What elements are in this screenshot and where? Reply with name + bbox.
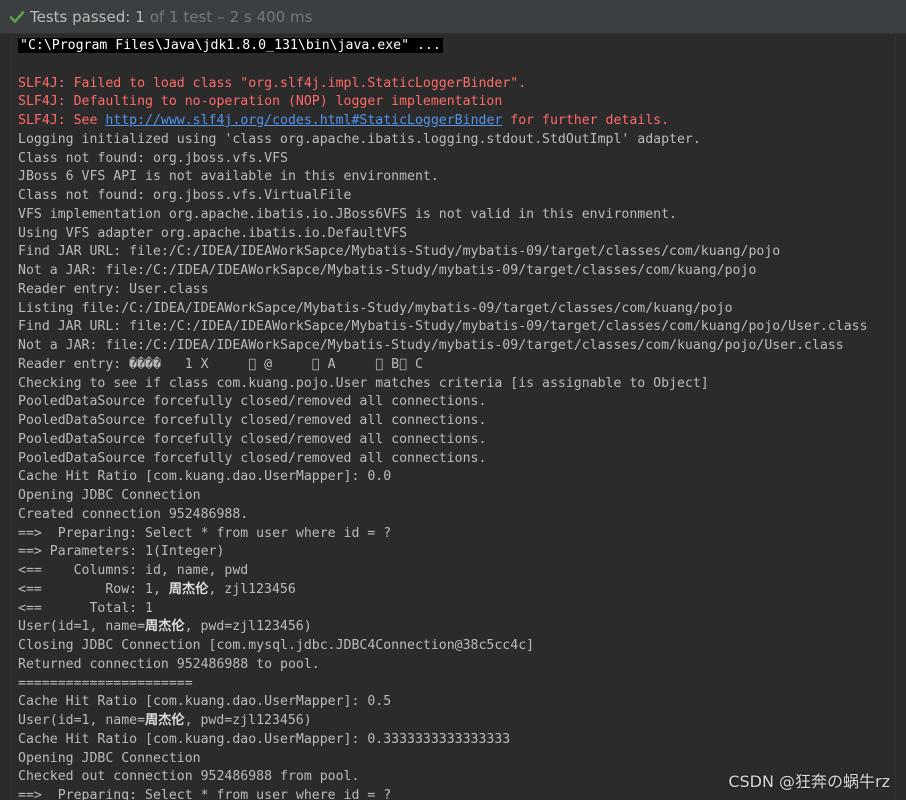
log-text: PooledDataSource forcefully closed/remov… — [18, 431, 487, 447]
log-text: , pwd=zjl123456) — [184, 713, 312, 728]
log-text: Opening JDBC Connection — [18, 488, 201, 503]
log-text: PooledDataSource forcefully closed/remov… — [18, 413, 487, 428]
user-name-value: 周杰伦 — [145, 713, 185, 728]
console-line: Find JAR URL: file:/C:/IDEA/IDEAWorkSapc… — [18, 243, 868, 262]
console-line: Reader entry: User.class — [18, 281, 868, 300]
log-text: ====================== — [18, 675, 193, 691]
log-text: PooledDataSource forcefully closed/remov… — [18, 450, 487, 466]
log-text: ==> Preparing: Select * from user where … — [18, 525, 392, 541]
log-text: Using VFS adapter org.apache.ibatis.io.D… — [18, 225, 408, 241]
log-text: Reader entry: User.class — [18, 281, 209, 297]
console-line: Closing JDBC Connection [com.mysql.jdbc.… — [18, 637, 868, 656]
check-icon — [9, 10, 25, 23]
console-line: PooledDataSource forcefully closed/remov… — [18, 431, 868, 450]
console-line: Returned connection 952486988 to pool. — [18, 656, 868, 675]
log-text: ==> Preparing: Select * from user where … — [18, 788, 392, 800]
console-line: Logging initialized using 'class org.apa… — [18, 131, 868, 150]
log-text: Created connection 952486988. — [18, 506, 249, 522]
log-text: Returned connection 952486988 to pool. — [18, 656, 320, 672]
console-line: SLF4J: Failed to load class "org.slf4j.i… — [18, 75, 868, 94]
console-line: Reader entry: ���� 1 X   @   A   B  C — [18, 356, 868, 375]
test-run-window: Tests passed: 1 of 1 test – 2 s 400 ms "… — [0, 0, 906, 800]
console-line: Cache Hit Ratio [com.kuang.dao.UserMappe… — [18, 693, 868, 712]
log-text: Not a JAR: file:/C:/IDEA/IDEAWorkSapce/M… — [18, 338, 844, 353]
console-line: <== Row: 1, 周杰伦, zjl123456 — [18, 581, 868, 600]
vertical-scrollbar[interactable] — [895, 35, 906, 800]
log-text: Cache Hit Ratio [com.kuang.dao.UserMappe… — [18, 731, 511, 747]
log-text: <== Total: 1 — [18, 600, 153, 616]
status-duration: 2 s 400 ms — [229, 7, 313, 26]
console-line: JBoss 6 VFS API is not available in this… — [18, 168, 868, 187]
log-text: ==> Parameters: 1(Integer) — [18, 544, 225, 560]
status-count: 1 — [135, 7, 145, 26]
console-line: Using VFS adapter org.apache.ibatis.io.D… — [18, 225, 868, 244]
console-line: <== Columns: id, name, pwd — [18, 562, 868, 581]
log-text: Find JAR URL: file:/C:/IDEA/IDEAWorkSapc… — [18, 319, 868, 335]
status-total: of 1 test — [149, 7, 213, 26]
console-line: VFS implementation org.apache.ibatis.io.… — [18, 206, 868, 225]
console-line: Cache Hit Ratio [com.kuang.dao.UserMappe… — [18, 731, 868, 750]
error-text: SLF4J: See — [18, 113, 106, 128]
log-text: Cache Hit Ratio [com.kuang.dao.UserMappe… — [18, 469, 392, 485]
console-output[interactable]: "C:\Program Files\Java\jdk1.8.0_131\bin\… — [0, 35, 895, 800]
console-line: Class not found: org.jboss.vfs.VFS — [18, 150, 868, 169]
slf4j-link[interactable]: http://www.slf4j.org/codes.html#StaticLo… — [105, 113, 502, 128]
status-separator: – — [217, 7, 225, 26]
console-line: Class not found: org.jboss.vfs.VirtualFi… — [18, 187, 868, 206]
console-line: ====================== — [18, 675, 868, 694]
console-line: ==> Preparing: Select * from user where … — [18, 525, 868, 544]
console-line: Created connection 952486988. — [18, 506, 868, 525]
console-line: SLF4J: See http://www.slf4j.org/codes.ht… — [18, 112, 868, 131]
console-line: PooledDataSource forcefully closed/remov… — [18, 412, 868, 431]
log-text: User(id=1, name= — [18, 619, 146, 635]
error-text: SLF4J: Failed to load class "org.slf4j.i… — [18, 75, 527, 91]
log-text: User(id=1, name= — [18, 713, 146, 728]
java-command[interactable]: "C:\Program Files\Java\jdk1.8.0_131\bin\… — [18, 38, 443, 53]
console-line: User(id=1, name=周杰伦, pwd=zjl123456) — [18, 618, 868, 637]
test-status-bar: Tests passed: 1 of 1 test – 2 s 400 ms — [0, 0, 906, 34]
log-text: Reader entry: ���� 1 X   @   A   B  C — [18, 356, 423, 372]
console-line: Not a JAR: file:/C:/IDEA/IDEAWorkSapce/M… — [18, 337, 868, 356]
console-line: <== Total: 1 — [18, 600, 868, 619]
log-text: VFS implementation org.apache.ibatis.io.… — [18, 206, 677, 222]
console-line: PooledDataSource forcefully closed/remov… — [18, 450, 868, 469]
log-text: Class not found: org.jboss.vfs.VirtualFi… — [18, 188, 352, 203]
log-text: <== Columns: id, name, pwd — [18, 563, 249, 578]
log-text: Find JAR URL: file:/C:/IDEA/IDEAWorkSapc… — [18, 244, 781, 260]
console-lines: "C:\Program Files\Java\jdk1.8.0_131\bin\… — [18, 37, 868, 800]
console-line: Not a JAR: file:/C:/IDEA/IDEAWorkSapce/M… — [18, 262, 868, 281]
console-line: Checking to see if class com.kuang.pojo.… — [18, 375, 868, 394]
log-text: JBoss 6 VFS API is not available in this… — [18, 169, 439, 185]
log-text: Checking to see if class com.kuang.pojo.… — [18, 375, 709, 391]
error-text: for further details. — [502, 113, 670, 128]
log-text: Opening JDBC Connection — [18, 750, 201, 766]
console-line: PooledDataSource forcefully closed/remov… — [18, 393, 868, 412]
log-text: Listing file:/C:/IDEA/IDEAWorkSapce/Myba… — [18, 300, 733, 316]
log-text: Checked out connection 952486988 from po… — [18, 769, 360, 785]
console-line: SLF4J: Defaulting to no-operation (NOP) … — [18, 93, 868, 112]
log-text: , zjl123456 — [208, 581, 296, 597]
console-line: Find JAR URL: file:/C:/IDEA/IDEAWorkSapc… — [18, 318, 868, 337]
user-name-value: 周杰伦 — [168, 581, 209, 597]
log-text: Closing JDBC Connection [com.mysql.jdbc.… — [18, 638, 535, 653]
console-line: Listing file:/C:/IDEA/IDEAWorkSapce/Myba… — [18, 300, 868, 319]
log-text: , pwd=zjl123456) — [184, 619, 312, 635]
log-text: Logging initialized using 'class org.apa… — [18, 131, 701, 147]
console-line: ==> Parameters: 1(Integer) — [18, 543, 868, 562]
log-text: Class not found: org.jboss.vfs.VFS — [18, 150, 288, 166]
log-text: <== Row: 1, — [18, 581, 169, 597]
watermark: CSDN @狂奔の蜗牛rz — [728, 772, 890, 791]
console-line: "C:\Program Files\Java\jdk1.8.0_131\bin\… — [18, 37, 868, 56]
log-text: Not a JAR: file:/C:/IDEA/IDEAWorkSapce/M… — [18, 263, 757, 278]
log-text: Cache Hit Ratio [com.kuang.dao.UserMappe… — [18, 694, 392, 710]
console-line: Opening JDBC Connection — [18, 487, 868, 506]
error-text: SLF4J: Defaulting to no-operation (NOP) … — [18, 94, 503, 110]
console-line: User(id=1, name=周杰伦, pwd=zjl123456) — [18, 712, 868, 731]
log-text: PooledDataSource forcefully closed/remov… — [18, 394, 487, 410]
user-name-value: 周杰伦 — [145, 619, 185, 635]
status-label: Tests passed: — [30, 7, 131, 26]
console-line: Opening JDBC Connection — [18, 750, 868, 769]
console-line: Cache Hit Ratio [com.kuang.dao.UserMappe… — [18, 468, 868, 487]
